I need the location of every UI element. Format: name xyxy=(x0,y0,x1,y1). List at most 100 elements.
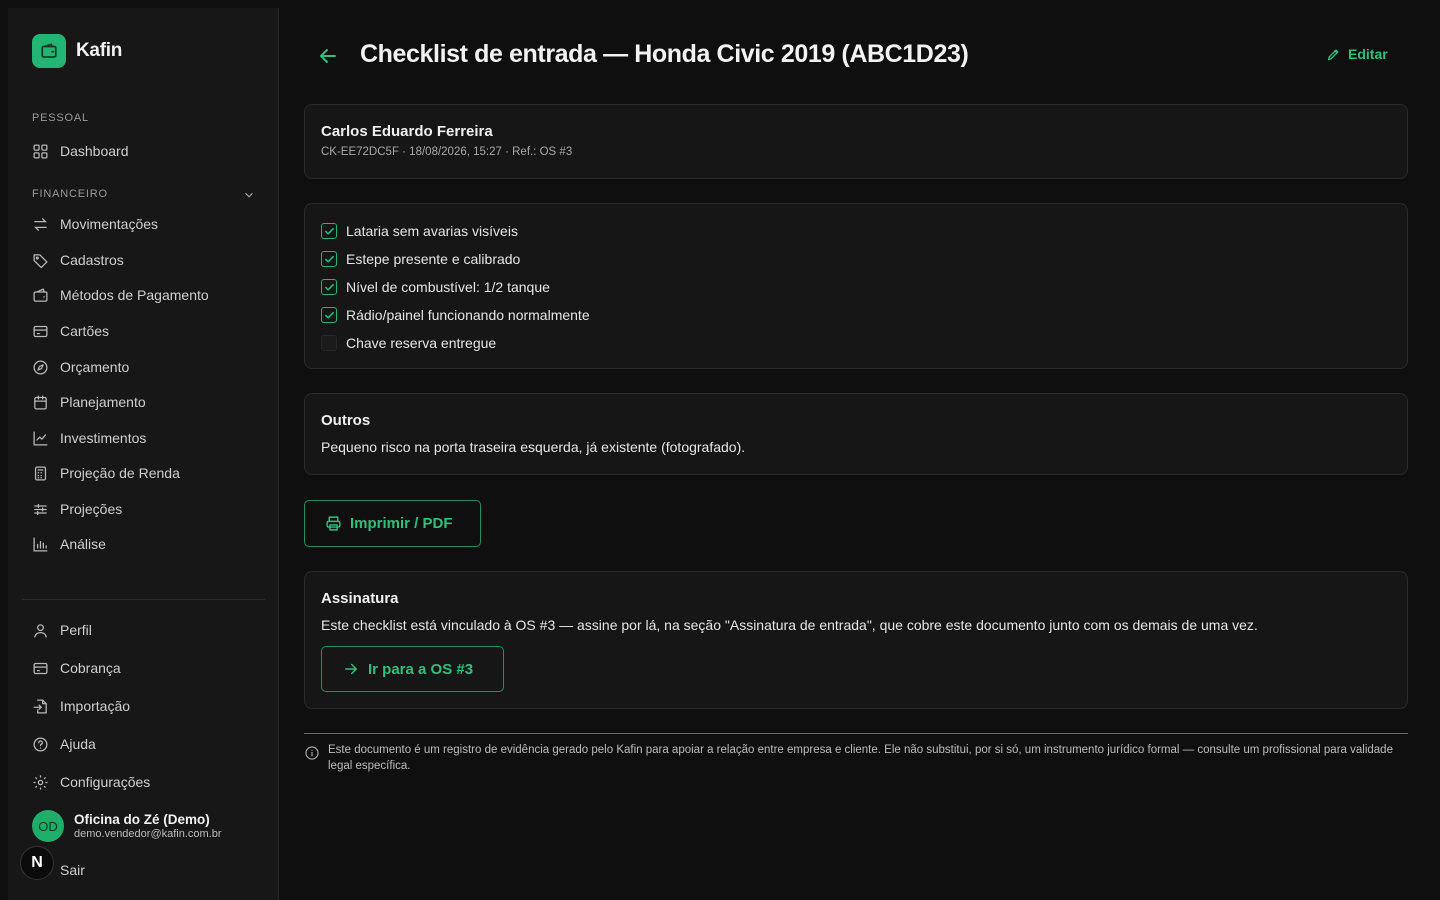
chart-line-icon xyxy=(33,430,48,446)
grid-icon xyxy=(33,143,48,159)
sidebar-item-importacao[interactable]: Importação xyxy=(32,695,130,717)
arrow-right-icon xyxy=(345,663,357,675)
sidebar-item-ajuda[interactable]: Ajuda xyxy=(32,733,96,755)
checklist-item[interactable]: Lataria sem avarias visíveis xyxy=(321,217,1391,245)
checkbox-checked-icon[interactable] xyxy=(321,251,337,267)
others-card: Outros Pequeno risco na porta traseira e… xyxy=(304,393,1408,475)
help-icon xyxy=(33,736,48,752)
disclaimer-text: Este documento é um registro de evidênci… xyxy=(328,744,1393,772)
print-pdf-label: Imprimir / PDF xyxy=(350,515,453,532)
sidebar-divider xyxy=(22,599,265,600)
checkbox-checked-icon[interactable] xyxy=(321,223,337,239)
checklist-item-label: Chave reserva entregue xyxy=(346,335,497,351)
sidebar-item-projecao-renda[interactable]: Projeção de Renda xyxy=(32,462,180,484)
brand-name: Kafin xyxy=(76,40,123,61)
checklist-item[interactable]: Nível de combustível: 1/2 tanque xyxy=(321,273,1391,301)
edit-button[interactable]: Editar xyxy=(1326,46,1388,62)
checklist-item-label: Estepe presente e calibrado xyxy=(346,251,521,267)
sidebar-item-projecoes[interactable]: Projeções xyxy=(32,498,122,520)
sidebar-item-investimentos[interactable]: Investimentos xyxy=(32,427,146,449)
sidebar-item-perfil[interactable]: Perfil xyxy=(32,619,92,641)
n-badge[interactable]: N xyxy=(20,846,54,880)
bar-chart-icon xyxy=(33,536,48,552)
info-icon xyxy=(305,746,319,760)
sidebar-item-analise[interactable]: Análise xyxy=(32,533,106,555)
print-pdf-button[interactable]: Imprimir / PDF xyxy=(304,500,481,547)
others-text: Pequeno risco na porta traseira esquerda… xyxy=(321,439,746,455)
sidebar-item-label: Perfil xyxy=(60,622,92,638)
file-import-icon xyxy=(33,698,47,714)
logout-label: Sair xyxy=(60,862,85,878)
sidebar-item-label: Métodos de Pagamento xyxy=(60,287,209,303)
signature-title: Assinatura xyxy=(321,590,399,607)
wallet-icon xyxy=(33,287,48,302)
checkbox-checked-icon[interactable] xyxy=(321,307,337,323)
sidebar-item-label: Cadastros xyxy=(60,252,124,268)
sidebar-item-label: Importação xyxy=(60,698,131,714)
sidebar-item-label: Dashboard xyxy=(60,143,129,159)
sidebar-item-cadastros[interactable]: Cadastros xyxy=(32,249,124,271)
chevron-down-icon[interactable] xyxy=(242,188,256,202)
signature-text: Este checklist está vinculado à OS #3 — … xyxy=(321,617,1258,633)
others-title: Outros xyxy=(321,412,371,429)
arrows-icon xyxy=(34,217,47,231)
page-title: Checklist de entrada — Honda Civic 2019 … xyxy=(360,40,969,68)
user-email: demo.vendedor@kafin.com.br xyxy=(74,828,222,840)
compass-icon xyxy=(33,359,48,375)
avatar: OD xyxy=(32,810,64,842)
sidebar-item-label: Cobrança xyxy=(60,660,121,676)
checkbox-unchecked-icon[interactable] xyxy=(321,335,337,351)
card-icon xyxy=(33,662,48,674)
sidebar-item-label: Movimentações xyxy=(60,216,159,232)
sidebar-item-metodos-pagamento[interactable]: Métodos de Pagamento xyxy=(32,284,209,306)
sidebar-item-label: Investimentos xyxy=(60,430,147,446)
wallet-logo-icon xyxy=(32,34,66,68)
sidebar-item-label: Configurações xyxy=(60,774,151,790)
user-account[interactable]: OD Oficina do Zé (Demo) demo.vendedor@ka… xyxy=(32,810,222,842)
app-root: Kafin PESSOAL Dashboard FINANCEIRO Movim… xyxy=(0,0,1440,900)
checklist-item-label: Nível de combustível: 1/2 tanque xyxy=(346,279,550,295)
main-content: Checklist de entrada — Honda Civic 2019 … xyxy=(304,0,1408,900)
checklist-item[interactable]: Chave reserva entregue xyxy=(321,329,1391,357)
checklist-item[interactable]: Rádio/painel funcionando normalmente xyxy=(321,301,1391,329)
customer-name: Carlos Eduardo Ferreira xyxy=(321,123,493,140)
checklist-meta: CK-EE72DC5F · 18/08/2026, 15:27 · Ref.: … xyxy=(321,146,573,158)
sliders-icon xyxy=(34,503,47,515)
sidebar-item-cobranca[interactable]: Cobrança xyxy=(32,657,121,679)
go-to-os-button[interactable]: Ir para a OS #3 xyxy=(321,646,504,692)
sidebar-item-cartoes[interactable]: Cartões xyxy=(32,320,109,342)
section-label-financial: FINANCEIRO xyxy=(32,188,108,200)
disclaimer-divider xyxy=(304,733,1408,734)
sidebar-item-label: Ajuda xyxy=(60,736,96,752)
edit-label: Editar xyxy=(1348,46,1388,62)
customer-card: Carlos Eduardo Ferreira CK-EE72DC5F · 18… xyxy=(304,104,1408,179)
logout-button[interactable]: Sair xyxy=(60,859,85,881)
sidebar-item-label: Projeção de Renda xyxy=(60,465,180,481)
calendar-icon xyxy=(34,394,47,410)
user-info: Oficina do Zé (Demo) demo.vendedor@kafin… xyxy=(74,812,222,840)
arrow-left-icon[interactable] xyxy=(316,44,340,68)
sidebar-item-label: Projeções xyxy=(60,501,123,517)
sidebar-item-configuracoes[interactable]: Configurações xyxy=(32,771,150,793)
printer-icon xyxy=(326,516,341,531)
sidebar-item-label: Planejamento xyxy=(60,394,146,410)
disclaimer: Este documento é um registro de evidênci… xyxy=(304,742,1408,774)
checklist-card: Lataria sem avarias visíveis Estepe pres… xyxy=(304,203,1408,369)
checkbox-checked-icon[interactable] xyxy=(321,279,337,295)
sidebar-item-label: Orçamento xyxy=(60,359,130,375)
tag-icon xyxy=(33,253,48,268)
sidebar-item-label: Cartões xyxy=(60,323,110,339)
brand[interactable]: Kafin xyxy=(32,34,122,68)
sidebar-item-label: Análise xyxy=(60,536,106,552)
card-icon xyxy=(33,325,48,337)
sidebar-item-dashboard[interactable]: Dashboard xyxy=(32,140,129,162)
user-name: Oficina do Zé (Demo) xyxy=(74,812,210,827)
gear-icon xyxy=(33,774,48,790)
pencil-icon xyxy=(1327,49,1339,60)
checklist-item-label: Rádio/painel funcionando normalmente xyxy=(346,307,590,323)
checklist-item[interactable]: Estepe presente e calibrado xyxy=(321,245,1391,273)
sidebar-item-planejamento[interactable]: Planejamento xyxy=(32,391,146,413)
go-to-os-label: Ir para a OS #3 xyxy=(368,660,474,678)
sidebar-item-orcamento[interactable]: Orçamento xyxy=(32,356,129,378)
sidebar-item-movimentacoes[interactable]: Movimentações xyxy=(32,213,158,235)
